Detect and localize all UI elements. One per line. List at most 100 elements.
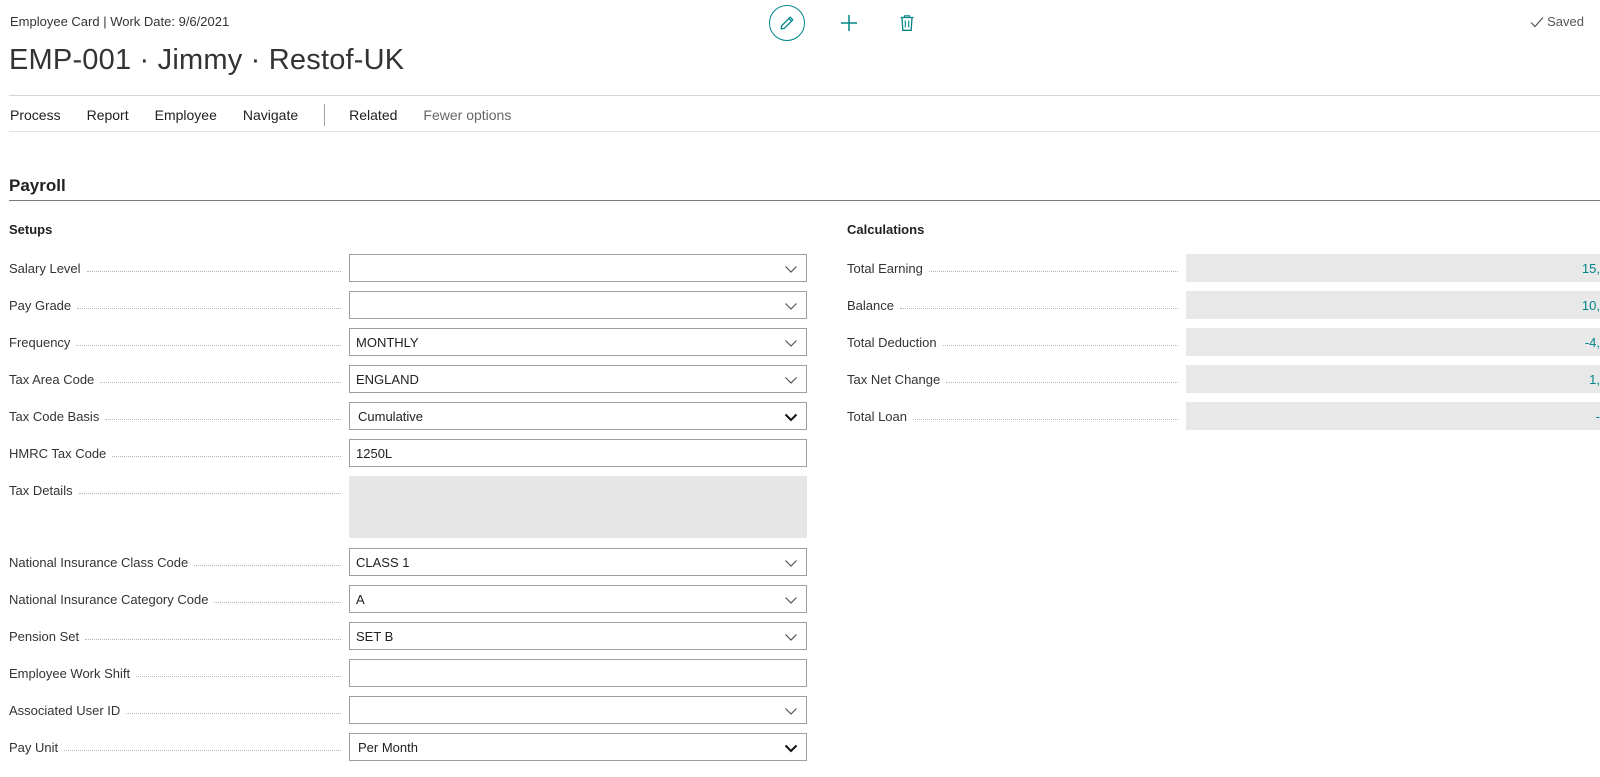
- tax-area-code-field[interactable]: ENGLAND: [349, 365, 807, 393]
- total-deduction-value[interactable]: -4,: [1186, 328, 1600, 356]
- calc-label: Total Deduction: [847, 334, 937, 350]
- field-row: Pay Unit: [9, 733, 349, 761]
- field-value: Cumulative: [358, 408, 424, 424]
- field-value: MONTHLY: [356, 334, 419, 350]
- field-label: Pay Grade: [9, 297, 72, 313]
- menu-navigate[interactable]: Navigate: [243, 107, 298, 123]
- field-row: Associated User ID: [9, 696, 349, 724]
- pay-grade-field[interactable]: [349, 291, 807, 319]
- calc-amount[interactable]: 15,: [1582, 261, 1600, 276]
- chevron-down-icon[interactable]: [784, 410, 798, 424]
- chevron-down-icon[interactable]: [784, 704, 798, 718]
- dotted-leader: [942, 344, 1178, 346]
- menu-separator: [324, 104, 326, 126]
- breadcrumb: Employee Card | Work Date: 9/6/2021: [10, 14, 230, 29]
- dotted-leader: [78, 492, 341, 494]
- calc-row: Balance: [847, 291, 1186, 319]
- field-value: ENGLAND: [356, 371, 419, 387]
- field-value: A: [356, 591, 365, 607]
- plus-icon: [841, 15, 857, 31]
- national-insurance-class-code-field[interactable]: CLASS 1: [349, 548, 807, 576]
- chevron-down-icon[interactable]: [784, 262, 798, 276]
- dotted-leader: [899, 307, 1178, 309]
- calc-row: Tax Net Change: [847, 365, 1186, 393]
- delete-button[interactable]: [895, 11, 919, 35]
- field-label: National Insurance Category Code: [9, 591, 209, 607]
- group-title-setups: Setups: [9, 222, 53, 237]
- tax-net-change-value[interactable]: 1,: [1186, 365, 1600, 393]
- employee-work-shift-field[interactable]: [349, 659, 807, 687]
- dotted-leader: [946, 381, 1178, 383]
- new-button[interactable]: [837, 11, 861, 35]
- field-label: Salary Level: [9, 260, 81, 276]
- total-earning-value[interactable]: 15,: [1186, 254, 1600, 282]
- calc-row: Total Loan: [847, 402, 1186, 430]
- chevron-down-icon[interactable]: [784, 299, 798, 313]
- menu-fewer-options[interactable]: Fewer options: [423, 107, 511, 123]
- section-title-payroll[interactable]: Payroll: [9, 176, 66, 196]
- dotted-leader: [64, 749, 341, 751]
- dotted-leader: [913, 418, 1178, 420]
- edit-button[interactable]: [769, 5, 805, 41]
- tax-details-field: [349, 476, 807, 538]
- associated-user-id-field[interactable]: [349, 696, 807, 724]
- menu-related[interactable]: Related: [349, 107, 397, 123]
- calc-amount[interactable]: -4,: [1585, 335, 1600, 350]
- dotted-leader: [85, 638, 341, 640]
- hmrc-tax-code-field[interactable]: 1250L: [349, 439, 807, 467]
- calc-label: Total Earning: [847, 260, 923, 276]
- calc-amount[interactable]: 10,: [1582, 298, 1600, 313]
- pay-unit-field[interactable]: Per Month: [349, 733, 807, 761]
- pension-set-field[interactable]: SET B: [349, 622, 807, 650]
- divider: [9, 131, 1600, 132]
- calc-label: Total Loan: [847, 408, 907, 424]
- field-label: Tax Details: [9, 482, 73, 498]
- calc-amount[interactable]: -: [1596, 409, 1600, 424]
- dotted-leader: [100, 381, 341, 383]
- chevron-down-icon[interactable]: [784, 373, 798, 387]
- dotted-leader: [77, 307, 341, 309]
- field-label: National Insurance Class Code: [9, 554, 189, 570]
- calc-label: Tax Net Change: [847, 371, 941, 387]
- field-label: Tax Area Code: [9, 371, 95, 387]
- field-label: Pension Set: [9, 628, 80, 644]
- dotted-leader: [194, 564, 341, 566]
- chevron-down-icon[interactable]: [784, 593, 798, 607]
- menu-process[interactable]: Process: [10, 107, 61, 123]
- check-icon: [1530, 16, 1544, 27]
- field-row: Salary Level: [9, 254, 349, 282]
- chevron-down-icon[interactable]: [784, 630, 798, 644]
- field-label: Associated User ID: [9, 702, 121, 718]
- dotted-leader: [136, 675, 341, 677]
- field-row: Tax Code Basis: [9, 402, 349, 430]
- field-value: Per Month: [358, 739, 418, 755]
- calc-row: Total Deduction: [847, 328, 1186, 356]
- field-label: Pay Unit: [9, 739, 59, 755]
- dotted-leader: [76, 344, 341, 346]
- trash-icon: [900, 15, 914, 31]
- field-row: Pension Set: [9, 622, 349, 650]
- field-row: HMRC Tax Code: [9, 439, 349, 467]
- chevron-down-icon[interactable]: [784, 336, 798, 350]
- group-title-calculations: Calculations: [847, 222, 925, 237]
- chevron-down-icon[interactable]: [784, 556, 798, 570]
- tax-code-basis-field[interactable]: Cumulative: [349, 402, 807, 430]
- field-value: CLASS 1: [356, 554, 410, 570]
- field-label: Frequency: [9, 334, 71, 350]
- divider: [9, 95, 1600, 96]
- salary-level-field[interactable]: [349, 254, 807, 282]
- field-value: 1250L: [356, 445, 393, 461]
- field-value: SET B: [356, 628, 394, 644]
- chevron-down-icon[interactable]: [784, 741, 798, 755]
- total-loan-value[interactable]: -: [1186, 402, 1600, 430]
- balance-value[interactable]: 10,: [1186, 291, 1600, 319]
- field-label: Tax Code Basis: [9, 408, 100, 424]
- calc-amount[interactable]: 1,: [1589, 372, 1600, 387]
- field-row: Tax Details: [9, 476, 349, 504]
- field-label: HMRC Tax Code: [9, 445, 107, 461]
- frequency-field[interactable]: MONTHLY: [349, 328, 807, 356]
- national-insurance-category-code-field[interactable]: A: [349, 585, 807, 613]
- menu-report[interactable]: Report: [87, 107, 129, 123]
- saved-status: Saved: [1530, 14, 1584, 29]
- menu-employee[interactable]: Employee: [155, 107, 217, 123]
